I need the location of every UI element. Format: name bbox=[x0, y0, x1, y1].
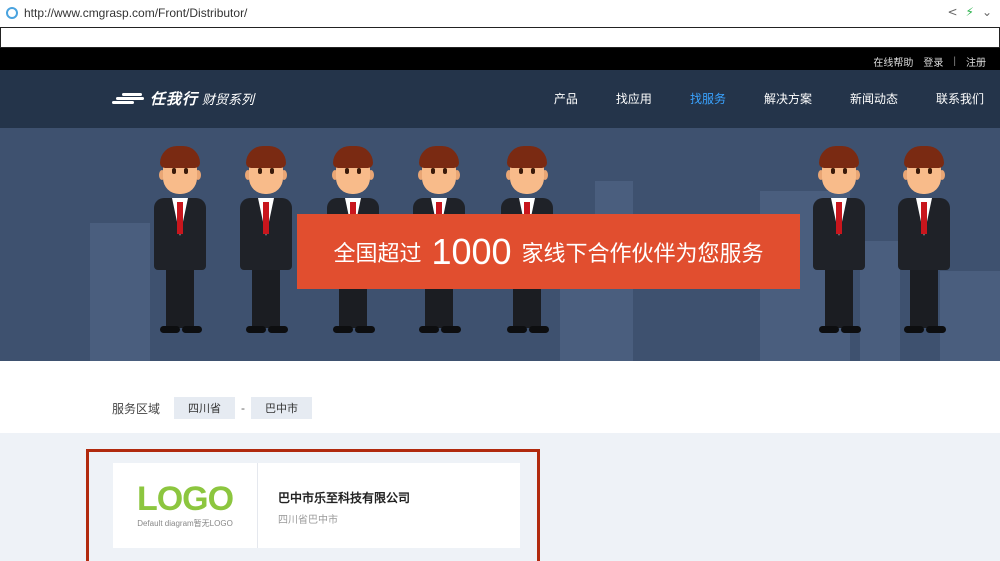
person-figure bbox=[894, 146, 954, 336]
help-link[interactable]: 在线帮助 bbox=[873, 54, 913, 69]
topbar-separator: | bbox=[953, 55, 956, 67]
login-link[interactable]: 登录 bbox=[923, 54, 943, 69]
filter-label: 服务区域 bbox=[112, 401, 161, 416]
region-filter: 服务区域 四川省 - 巴中市 bbox=[112, 397, 313, 419]
city-select[interactable]: 巴中市 bbox=[251, 397, 313, 419]
logo-swoosh-icon bbox=[112, 92, 144, 105]
find-bar[interactable] bbox=[0, 27, 1000, 48]
site-logo[interactable]: 任我行 财贸系列 bbox=[112, 88, 254, 109]
nav-item-contact[interactable]: 联系我们 bbox=[936, 90, 984, 107]
page-loading-icon bbox=[6, 7, 18, 19]
share-icon[interactable]: < bbox=[947, 5, 957, 19]
filter-dash: - bbox=[241, 401, 246, 415]
person-figure bbox=[150, 146, 210, 336]
highlight-box bbox=[86, 449, 540, 561]
nav-item-solutions[interactable]: 解决方案 bbox=[764, 90, 812, 107]
brand-subtitle: 财贸系列 bbox=[202, 93, 255, 108]
banner-number: 1000 bbox=[431, 230, 512, 272]
nav-item-apps[interactable]: 找应用 bbox=[616, 90, 652, 107]
nav-menu: 产品 找应用 找服务 解决方案 新闻动态 联系我们 bbox=[516, 90, 984, 107]
city-building bbox=[90, 223, 150, 361]
nav-item-products[interactable]: 产品 bbox=[554, 90, 578, 107]
chevron-down-icon[interactable]: ⌄ bbox=[982, 5, 992, 19]
banner-sign: 全国超过 1000 家线下合作伙伴为您服务 bbox=[297, 214, 800, 289]
brand-name: 任我行 bbox=[150, 90, 199, 108]
browser-tools: < ⚡ ⌄ bbox=[947, 5, 992, 19]
province-select[interactable]: 四川省 bbox=[174, 397, 236, 419]
register-link[interactable]: 注册 bbox=[966, 54, 986, 69]
nav-item-news[interactable]: 新闻动态 bbox=[850, 90, 898, 107]
banner-text-post: 家线下合作伙伴为您服务 bbox=[521, 240, 764, 266]
lightning-icon[interactable]: ⚡ bbox=[966, 5, 974, 19]
url-text[interactable]: http://www.cmgrasp.com/Front/Distributor… bbox=[24, 6, 247, 20]
person-figure bbox=[809, 146, 869, 336]
main-nav: 任我行 财贸系列 产品 找应用 找服务 解决方案 新闻动态 联系我们 bbox=[0, 70, 1000, 128]
banner-text-pre: 全国超过 bbox=[333, 240, 422, 266]
person-figure bbox=[236, 146, 296, 336]
hero-banner: 全国超过 1000 家线下合作伙伴为您服务 bbox=[0, 128, 1000, 361]
nav-item-services[interactable]: 找服务 bbox=[690, 90, 726, 107]
site-topbar: 在线帮助 登录 | 注册 bbox=[0, 52, 1000, 70]
address-bar[interactable]: http://www.cmgrasp.com/Front/Distributor… bbox=[0, 0, 1000, 26]
